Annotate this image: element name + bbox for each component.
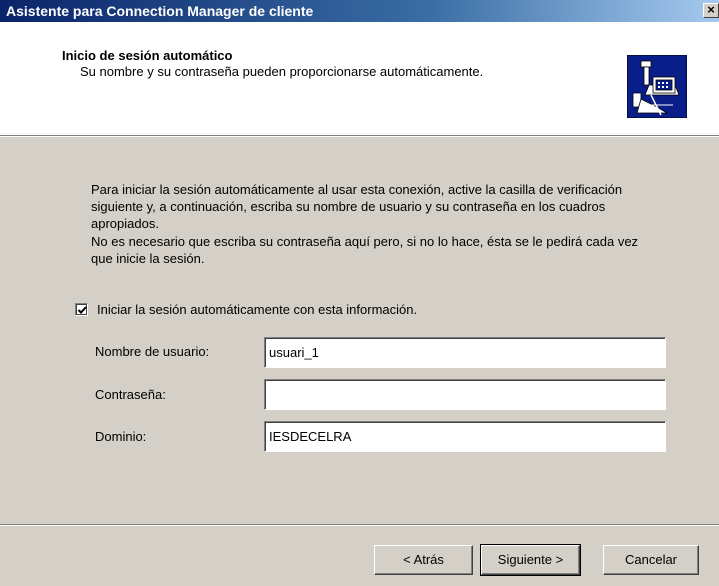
domain-field[interactable]: IESDECELRA xyxy=(264,421,666,452)
password-label: Contraseña: xyxy=(95,387,166,402)
next-button[interactable]: Siguiente > xyxy=(480,544,581,576)
network-computer-icon xyxy=(626,54,688,119)
cancel-button[interactable]: Cancelar xyxy=(603,545,699,575)
username-label: Nombre de usuario: xyxy=(95,344,210,359)
domain-value: IESDECELRA xyxy=(269,429,352,444)
auto-login-checkbox[interactable] xyxy=(75,303,88,316)
window-title: Asistente para Connection Manager de cli… xyxy=(6,3,314,19)
title-bar: Asistente para Connection Manager de cli… xyxy=(0,0,719,22)
auto-login-label: Iniciar la sesión automáticamente con es… xyxy=(97,302,418,317)
password-note-paragraph: No es necesario que escriba su contraseñ… xyxy=(91,234,639,266)
footer-divider xyxy=(0,524,719,526)
back-button[interactable]: < Atrás xyxy=(374,545,473,575)
username-field[interactable]: usuari_1 xyxy=(264,337,666,368)
domain-label: Dominio: xyxy=(95,429,147,444)
page-subtitle: Su nombre y su contraseña pueden proporc… xyxy=(80,64,484,79)
password-field[interactable] xyxy=(264,379,666,410)
close-icon: × xyxy=(707,2,715,17)
header-divider xyxy=(0,135,719,137)
instructions-paragraph: Para iniciar la sesión automáticamente a… xyxy=(91,182,623,231)
close-button[interactable]: × xyxy=(703,3,719,18)
page-title: Inicio de sesión automático xyxy=(62,48,233,63)
checkmark-icon xyxy=(77,306,87,314)
username-value: usuari_1 xyxy=(269,345,319,360)
